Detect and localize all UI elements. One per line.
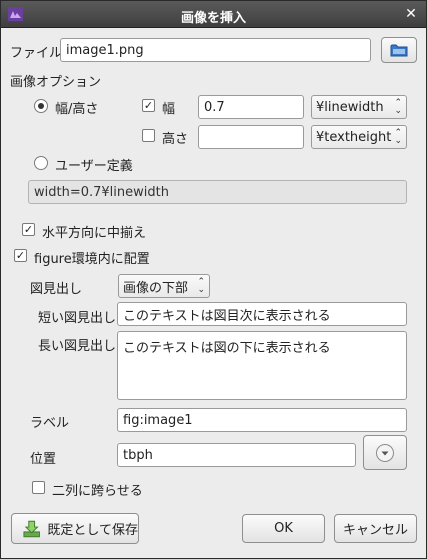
height-unit-value: ¥textheight xyxy=(316,129,392,145)
width-unit-value: ¥linewidth xyxy=(316,99,384,115)
cancel-button[interactable]: キャンセル xyxy=(334,514,417,543)
updown-arrow-icon: ⌃ ⌄ xyxy=(394,128,402,146)
ok-label: OK xyxy=(274,521,293,536)
caption-position-select[interactable]: 画像の下部 ⌃ ⌄ xyxy=(118,274,210,298)
long-caption-label: 長い図見出し xyxy=(38,339,117,354)
save-default-button[interactable]: 既定として保存 xyxy=(11,513,139,544)
insert-image-dialog: 画像を挿入 ✕ ファイル image1.png 画像オプション 幅/高さ ✓ 幅… xyxy=(0,0,427,559)
width-unit-select[interactable]: ¥linewidth ⌃ ⌄ xyxy=(311,95,407,119)
label-field-label: ラベル xyxy=(30,416,70,431)
width-checkbox[interactable]: ✓ xyxy=(142,99,155,112)
save-default-label: 既定として保存 xyxy=(47,523,138,538)
titlebar: 画像を挿入 ✕ xyxy=(1,1,426,28)
updown-arrow-icon: ⌃ ⌄ xyxy=(197,277,205,295)
short-caption-input[interactable]: このテキストは図目次に表示される xyxy=(117,302,407,326)
long-caption-textarea[interactable]: このテキストは図の下に表示される xyxy=(117,331,407,400)
span-columns-checkbox[interactable] xyxy=(32,481,45,494)
dialog-title: 画像を挿入 xyxy=(180,11,246,26)
figure-label: figure環境内に配置 xyxy=(34,252,150,267)
figure-checkbox[interactable]: ✓ xyxy=(14,249,27,262)
ok-button[interactable]: OK xyxy=(242,514,325,543)
updown-arrow-icon: ⌃ ⌄ xyxy=(394,98,402,116)
cancel-label: キャンセル xyxy=(342,523,408,538)
height-input[interactable] xyxy=(198,125,304,149)
save-download-icon xyxy=(23,520,40,537)
folder-icon xyxy=(390,44,408,57)
short-caption-label: 短い図見出し xyxy=(38,311,117,326)
position-input[interactable]: tbph xyxy=(117,443,356,467)
file-label: ファイル xyxy=(10,46,63,61)
browse-button[interactable] xyxy=(381,37,417,63)
user-defined-radio[interactable] xyxy=(34,156,48,170)
dropdown-circle-icon xyxy=(376,443,394,462)
width-label: 幅 xyxy=(162,102,176,117)
position-field-label: 位置 xyxy=(30,452,57,467)
center-label: 水平方向に中揃え xyxy=(42,226,147,241)
user-defined-label: ユーザー定義 xyxy=(55,159,133,174)
height-unit-select[interactable]: ¥textheight ⌃ ⌄ xyxy=(311,125,407,149)
height-checkbox[interactable] xyxy=(142,129,155,142)
user-defined-input[interactable]: width=0.7¥linewidth xyxy=(28,180,407,204)
width-input[interactable]: 0.7 xyxy=(198,95,304,119)
span-columns-label: 二列に跨らせる xyxy=(52,484,143,499)
height-label: 高さ xyxy=(162,132,189,147)
width-height-label: 幅/高さ xyxy=(55,102,99,117)
close-icon[interactable]: ✕ xyxy=(402,5,420,23)
file-input[interactable]: image1.png xyxy=(60,38,371,62)
image-options-label: 画像オプション xyxy=(10,75,102,90)
center-checkbox[interactable]: ✓ xyxy=(22,223,35,236)
width-height-radio[interactable] xyxy=(34,99,48,113)
label-input[interactable]: fig:image1 xyxy=(117,408,407,432)
position-options-button[interactable] xyxy=(363,435,407,470)
caption-label: 図見出し xyxy=(30,282,83,297)
caption-position-value: 画像の下部 xyxy=(123,280,189,296)
